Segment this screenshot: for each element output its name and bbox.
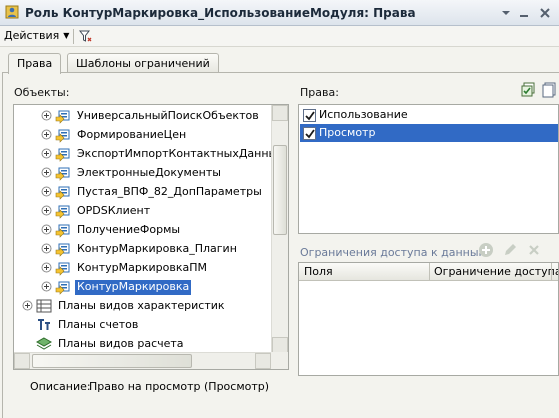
right-label: Использование xyxy=(319,108,408,121)
expand-icon[interactable] xyxy=(41,167,52,178)
right-checkbox[interactable] xyxy=(303,127,316,140)
toolbar: Действия ▼ xyxy=(0,26,559,47)
chart-of-calculation-icon xyxy=(35,336,53,352)
column-header-fields[interactable]: Поля xyxy=(304,265,333,278)
close-icon[interactable] xyxy=(538,6,552,20)
tree-item-label: ЭлектронныеДокументы xyxy=(77,166,221,179)
title-bar: Роль КонтурМаркировка_ИспользованиеМодул… xyxy=(0,0,559,26)
dropdown-arrow-icon: ▼ xyxy=(63,31,70,40)
expand-icon[interactable] xyxy=(41,205,52,216)
delete-icon[interactable] xyxy=(526,242,542,258)
rights-list[interactable]: Использование Просмотр xyxy=(298,104,559,234)
tree-item-label: ФормированиеЦен xyxy=(77,128,187,141)
objects-tree[interactable]: УниверсальныйПоискОбъектов ФормированиеЦе… xyxy=(13,104,289,370)
add-icon[interactable] xyxy=(478,242,494,258)
chart-of-characteristics-icon xyxy=(36,298,52,314)
actions-menu-button[interactable]: Действия ▼ xyxy=(4,29,69,44)
edit-icon[interactable] xyxy=(502,242,518,258)
scroll-right-button[interactable] xyxy=(255,353,271,369)
scroll-down-button[interactable] xyxy=(272,337,288,353)
common-module-icon xyxy=(55,108,71,124)
chart-of-accounts-icon xyxy=(36,317,52,333)
tree-item-label: Планы видов характеристик xyxy=(58,299,225,312)
rights-item[interactable]: Просмотр xyxy=(300,124,558,142)
tree-item-label: УниверсальныйПоискОбъектов xyxy=(77,109,259,122)
copy-rights-icon[interactable] xyxy=(541,82,557,98)
expand-icon[interactable] xyxy=(41,148,52,159)
tree-item-label: OPDSКлиент xyxy=(77,204,151,217)
expand-icon[interactable] xyxy=(41,281,52,292)
filter-icon[interactable] xyxy=(78,29,93,44)
set-all-rights-icon[interactable] xyxy=(520,82,536,98)
description-text: Право на просмотр (Просмотр) xyxy=(89,380,270,393)
common-module-icon xyxy=(55,222,71,238)
common-module-icon xyxy=(55,127,71,143)
right-label: Просмотр xyxy=(319,126,376,139)
vertical-scrollbar[interactable] xyxy=(271,105,288,353)
common-module-icon xyxy=(55,279,71,295)
tab-strip: Права Шаблоны ограничений xyxy=(0,53,559,74)
rights-label: Права: xyxy=(300,86,339,99)
description-label: Описание: xyxy=(30,380,91,393)
table-header: Поля Ограничение доступа xyxy=(299,263,558,281)
right-checkbox[interactable] xyxy=(303,109,316,122)
minimize-icon[interactable] xyxy=(517,6,531,20)
common-module-icon xyxy=(55,165,71,181)
expand-icon[interactable] xyxy=(41,186,52,197)
common-module-icon xyxy=(55,146,71,162)
restrictions-table[interactable]: Поля Ограничение доступа xyxy=(298,262,559,376)
tab-rights[interactable]: Права xyxy=(8,53,62,74)
role-icon xyxy=(5,5,19,19)
common-module-icon xyxy=(55,203,71,219)
expand-icon[interactable] xyxy=(41,110,52,121)
expand-icon[interactable] xyxy=(41,262,52,273)
scroll-left-button[interactable] xyxy=(14,353,30,369)
scrollbar-corner xyxy=(271,352,288,369)
column-separator[interactable] xyxy=(551,263,552,281)
scroll-up-button[interactable] xyxy=(272,105,288,121)
column-header-access-restriction[interactable]: Ограничение доступа xyxy=(434,265,558,278)
restrictions-label: Ограничения доступа к данным: xyxy=(300,246,491,259)
tree-item-label: КонтурМаркировка xyxy=(75,280,192,295)
tree-item-label: ПолучениеФормы xyxy=(77,223,181,236)
tree-item-label: КонтурМаркировка_Плагин xyxy=(77,242,237,255)
window-title: Роль КонтурМаркировка_ИспользованиеМодул… xyxy=(25,6,416,20)
common-module-icon xyxy=(55,260,71,276)
expand-icon[interactable] xyxy=(41,243,52,254)
scroll-thumb[interactable] xyxy=(32,354,192,368)
tree-item-label: Планы счетов xyxy=(58,318,139,331)
tab-restriction-templates[interactable]: Шаблоны ограничений xyxy=(67,53,219,73)
scroll-thumb[interactable] xyxy=(273,145,287,235)
toolbar-separator xyxy=(73,29,74,44)
tab-label: Права xyxy=(17,57,53,70)
common-module-icon xyxy=(55,241,71,257)
common-module-icon xyxy=(55,184,71,200)
rights-item[interactable]: Использование xyxy=(300,106,558,124)
tree-item-label: ЭкспортИмпортКонтактныхДанныхОб xyxy=(77,147,289,160)
expand-icon[interactable] xyxy=(22,300,33,311)
expand-icon[interactable] xyxy=(41,224,52,235)
menu-icon[interactable] xyxy=(499,6,513,20)
tab-label: Шаблоны ограничений xyxy=(76,57,210,70)
horizontal-scrollbar[interactable] xyxy=(14,352,288,369)
tree-item-label: Пустая_ВПФ_82_ДопПараметры xyxy=(77,185,262,198)
actions-label: Действия xyxy=(4,29,60,42)
tree-item-label: Планы видов расчета xyxy=(58,337,184,350)
tree-item-label: КонтурМаркировкаПМ xyxy=(77,261,207,274)
column-separator[interactable] xyxy=(429,263,430,281)
expand-icon[interactable] xyxy=(41,129,52,140)
objects-label: Объекты: xyxy=(14,86,70,99)
